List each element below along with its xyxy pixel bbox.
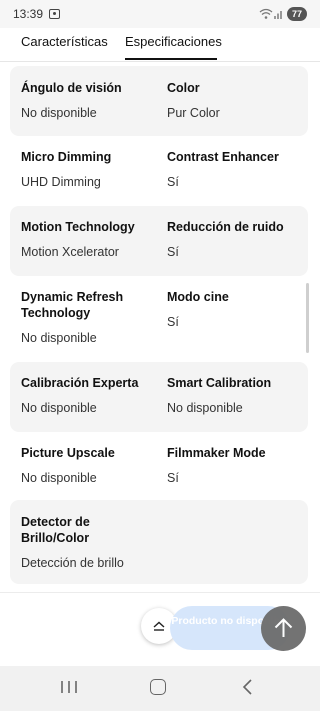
status-bar: 13:39 77	[0, 0, 320, 28]
spec-label: Calibración Experta	[21, 376, 139, 390]
spec-value: Sí	[167, 245, 179, 259]
spec-value: Detección de brillo	[21, 556, 124, 570]
spec-cell: Color Pur Color	[167, 80, 305, 121]
spec-cell: Calibración Experta No disponible	[21, 375, 159, 416]
spec-cell: Ángulo de visión No disponible	[21, 80, 159, 121]
scrollbar[interactable]	[306, 283, 309, 353]
spec-row: Motion Technology Motion Xcelerator Redu…	[10, 206, 308, 276]
spec-tabs: Características Especificaciones	[0, 28, 320, 62]
spec-label: Reducción de ruido	[167, 220, 284, 234]
spec-value: Pur Color	[167, 106, 220, 120]
recent-apps-icon[interactable]	[60, 680, 78, 694]
spec-value: No disponible	[21, 401, 97, 415]
spec-cell: Detector de Brillo/Color Detección de br…	[21, 514, 131, 571]
spec-value: Sí	[167, 175, 179, 189]
spec-value: Sí	[167, 471, 179, 485]
spec-row: Calibración Experta No disponible Smart …	[10, 362, 308, 432]
tab-especificaciones[interactable]: Especificaciones	[125, 34, 222, 49]
screen-record-icon	[49, 9, 60, 19]
spec-label: Smart Calibration	[167, 376, 272, 390]
active-tab-indicator	[125, 58, 217, 60]
spec-value: No disponible	[21, 471, 97, 485]
spec-label: Contrast Enhancer	[167, 150, 279, 164]
spec-row: Micro Dimming UHD Dimming Contrast Enhan…	[10, 136, 308, 206]
spec-row: Picture Upscale No disponible Filmmaker …	[10, 432, 308, 500]
spec-cell: Smart Calibration No disponible	[167, 375, 305, 416]
spec-label: Motion Technology	[21, 220, 135, 234]
spec-cell: Dynamic Refresh Technology No disponible	[21, 289, 159, 346]
spec-cell: Reducción de ruido Sí	[167, 219, 305, 260]
spec-value: No disponible	[21, 106, 97, 120]
spec-cell: Micro Dimming UHD Dimming	[21, 149, 159, 190]
spec-cell: Picture Upscale No disponible	[21, 445, 159, 486]
wifi-icon	[259, 8, 273, 19]
spec-label: Detector de Brillo/Color	[21, 515, 90, 545]
spec-label: Micro Dimming	[21, 150, 112, 164]
spec-cell: Motion Technology Motion Xcelerator	[21, 219, 159, 260]
spec-label: Dynamic Refresh Technology	[21, 290, 124, 320]
tab-caracteristicas[interactable]: Características	[21, 34, 108, 49]
scroll-to-top-button[interactable]	[261, 606, 306, 651]
chevron-up-icon	[153, 621, 165, 631]
spec-cell: Modo cine Sí	[167, 289, 305, 330]
spec-value: Sí	[167, 315, 179, 329]
spec-label: Filmmaker Mode	[167, 446, 266, 460]
spec-value: UHD Dimming	[21, 175, 101, 189]
spec-cell: Contrast Enhancer Sí	[167, 149, 305, 190]
specs-list[interactable]: Ángulo de visión No disponible Color Pur…	[0, 62, 320, 592]
spec-row: Detector de Brillo/Color Detección de br…	[10, 500, 308, 584]
spec-value: No disponible	[167, 401, 243, 415]
home-icon[interactable]	[150, 679, 166, 695]
spec-value: Motion Xcelerator	[21, 245, 119, 259]
spec-label: Modo cine	[167, 290, 229, 304]
back-icon[interactable]	[241, 679, 255, 695]
battery-indicator: 77	[287, 7, 307, 21]
spec-cell: Filmmaker Mode Sí	[167, 445, 305, 486]
signal-icon	[274, 11, 282, 19]
spec-label: Picture Upscale	[21, 446, 115, 460]
spec-label: Color	[167, 81, 200, 95]
spec-label: Ángulo de visión	[21, 81, 122, 95]
spec-value: No disponible	[21, 331, 97, 345]
spec-row: Ángulo de visión No disponible Color Pur…	[10, 66, 308, 136]
arrow-up-icon	[274, 618, 293, 637]
spec-row: Dynamic Refresh Technology No disponible…	[10, 276, 308, 362]
status-time: 13:39	[13, 7, 44, 21]
